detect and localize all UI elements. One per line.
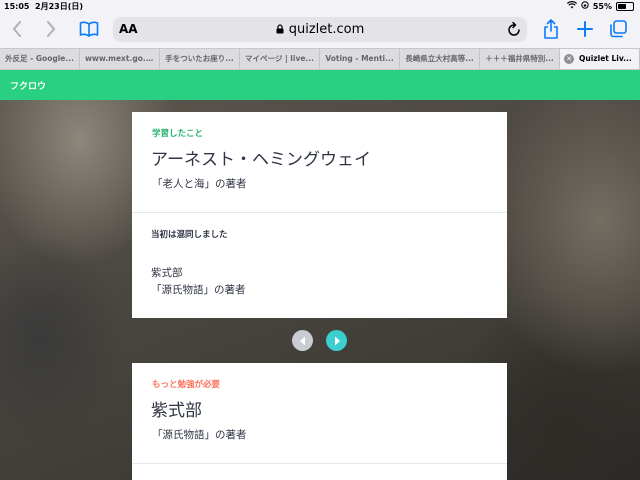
tab-active[interactable]: ✕ Quizlet Liv... [560, 49, 640, 69]
tab-1[interactable]: 外反足 - Google... [0, 49, 80, 69]
card-divider [132, 212, 507, 213]
learned-label: 学習したこと [152, 129, 204, 139]
confused-definition: 「源氏物語」の著者 [151, 284, 246, 296]
back-icon[interactable] [6, 18, 28, 40]
lock-icon [276, 23, 284, 38]
card-divider [132, 463, 507, 464]
previous-card-button[interactable] [292, 330, 313, 351]
new-tab-icon[interactable] [574, 18, 596, 40]
tab-6[interactable]: 長崎県立大村高等... [400, 49, 480, 69]
tab-5[interactable]: Voting - Menti... [320, 49, 400, 69]
needs-study-label: もっと勉強が必要 [152, 380, 221, 390]
chevron-left-icon [299, 336, 305, 345]
reload-icon[interactable] [507, 21, 521, 41]
chevron-right-icon [334, 336, 340, 345]
card-definition: 「老人と海」の著者 [152, 178, 247, 190]
tab-2[interactable]: www.mext.go.... [80, 49, 160, 69]
wifi-icon [566, 1, 577, 11]
address-bar[interactable]: AA quizlet.com [113, 17, 527, 42]
tab-active-label: Quizlet Liv... [579, 54, 632, 63]
status-time: 15:05 2月23日(日) [4, 2, 84, 11]
card-definition: 「源氏物語」の著者 [152, 429, 247, 441]
bookmarks-icon[interactable] [78, 18, 100, 40]
tab-3[interactable]: 手をついたお座り... [160, 49, 240, 69]
orientation-lock-icon [581, 1, 589, 11]
app-name[interactable]: フクロウ [10, 79, 46, 92]
tab-4[interactable]: マイページ | live... [240, 49, 320, 69]
url-field[interactable]: quizlet.com [113, 22, 527, 38]
result-card-needs-study: もっと勉強が必要 紫式部 「源氏物語」の著者 [132, 363, 507, 480]
tab-bar: 外反足 - Google... www.mext.go.... 手をついたお座り… [0, 48, 640, 70]
battery-percent: 55% [592, 1, 612, 11]
result-card-learned: 学習したこと アーネスト・ヘミングウェイ 「老人と海」の著者 当初は混同しました… [132, 112, 507, 318]
confused-term: 紫式部 [151, 267, 183, 279]
card-term: 紫式部 [151, 401, 202, 421]
forward-icon[interactable] [40, 18, 62, 40]
share-icon[interactable] [540, 18, 562, 40]
browser-toolbar: AA quizlet.com [0, 12, 640, 48]
close-tab-icon[interactable]: ✕ [564, 54, 574, 64]
status-bar: 15:05 2月23日(日) 55% [0, 0, 640, 12]
tab-7[interactable]: ＋＋＋福井県特別... [480, 49, 560, 69]
tab-overview-icon[interactable] [607, 18, 629, 40]
confused-label: 当初は混同しました [151, 230, 228, 240]
app-header: フクロウ [0, 70, 640, 100]
next-card-button[interactable] [326, 330, 347, 351]
url-text: quizlet.com [288, 22, 365, 37]
battery-icon [616, 1, 634, 11]
status-right: 55% [566, 1, 634, 11]
card-term: アーネスト・ヘミングウェイ [151, 150, 371, 170]
